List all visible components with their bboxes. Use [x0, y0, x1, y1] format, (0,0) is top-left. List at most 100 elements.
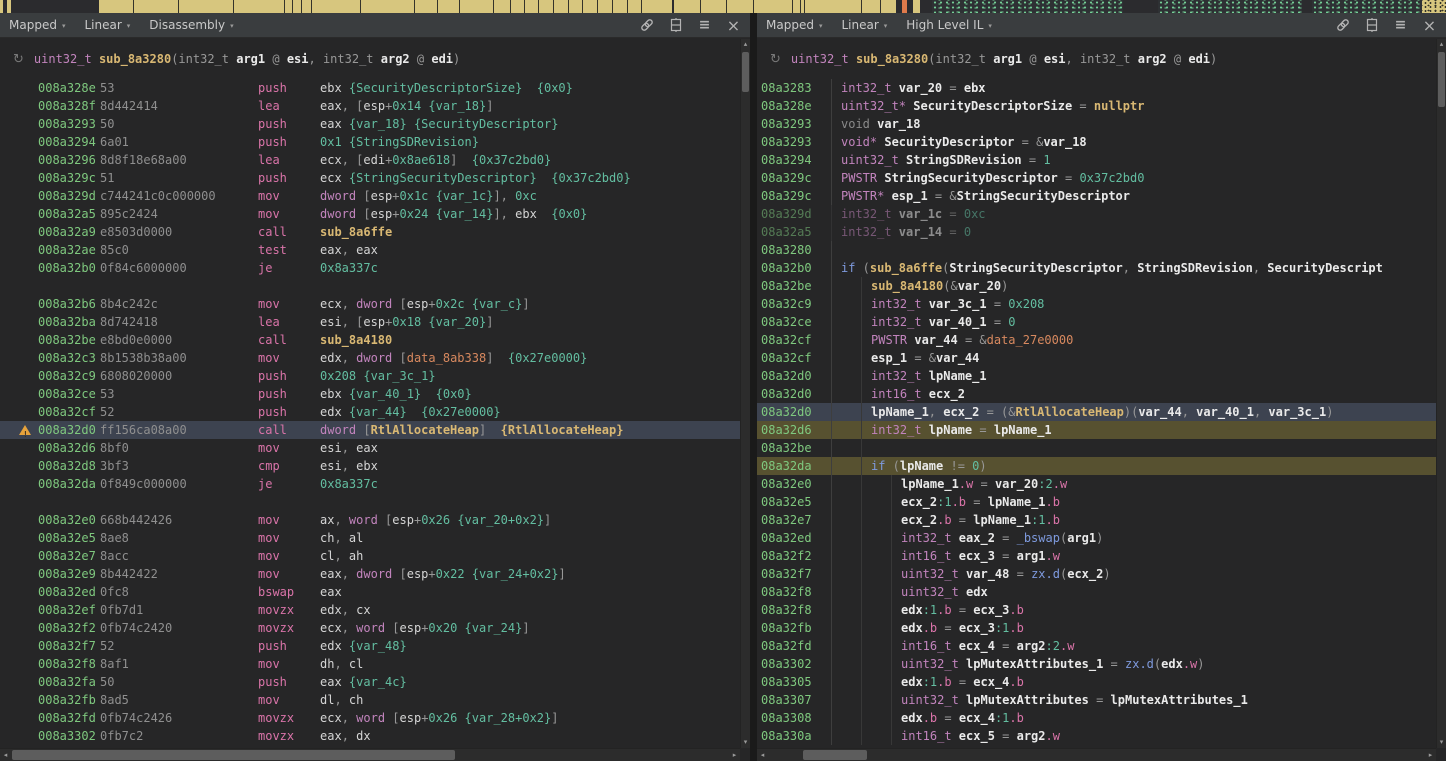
hlil-row[interactable]: 08a3293void* SecurityDescriptor = &var_1…: [757, 133, 1446, 151]
disasm-row[interactable]: 008a32fd0fb74c2426movzxecx, word [esp+0x…: [0, 709, 750, 727]
feature-map-segment[interactable]: [1422, 0, 1446, 13]
hlil-row[interactable]: 08a32d0int32_t lpName_1: [757, 367, 1446, 385]
hlil-row[interactable]: 08a32fdint16_t ecx_4 = arg2:2.w: [757, 637, 1446, 655]
hlil-row[interactable]: 08a3294uint32_t StringSDRevision = 1: [757, 151, 1446, 169]
disasm-row[interactable]: 008a32ae85c0testeax, eax: [0, 241, 750, 259]
scroll-down-icon[interactable]: ▾: [741, 737, 750, 748]
disasm-row[interactable]: 008a32f752pushedx {var_48}: [0, 637, 750, 655]
scroll-right-icon[interactable]: ▸: [729, 749, 740, 761]
hlil-row[interactable]: 08a32d0int16_t ecx_2: [757, 385, 1446, 403]
hlil-row[interactable]: 08a32e7ecx_2.b = lpName_1:1.b: [757, 511, 1446, 529]
disasm-row[interactable]: 008a32d0ff156ca08a00calldword [RtlAlloca…: [0, 421, 750, 439]
layout-dropdown[interactable]: Linear ▾: [84, 18, 130, 32]
hlil-row[interactable]: 08a3308edx.b = ecx_4:1.b: [757, 709, 1446, 727]
hlil-row[interactable]: 08a3305edx:1.b = ecx_4.b: [757, 673, 1446, 691]
disasm-row[interactable]: 008a32d83bf3cmpesi, ebx: [0, 457, 750, 475]
disasm-row[interactable]: 008a328f8d442414leaeax, [esp+0x14 {var_1…: [0, 97, 750, 115]
disasm-row[interactable]: 008a32968d8f18e68a00leaecx, [edi+0x8ae61…: [0, 151, 750, 169]
feature-map-segment[interactable]: [932, 0, 1123, 13]
scrollbar-thumb[interactable]: [12, 750, 455, 760]
scroll-left-icon[interactable]: ◂: [757, 749, 768, 761]
hlil-row[interactable]: 08a32b0if (sub_8a6ffe(StringSecurityDesc…: [757, 259, 1446, 277]
disasm-row[interactable]: 008a32ce53pushebx {var_40_1} {0x0}: [0, 385, 750, 403]
scrollbar-thumb[interactable]: [742, 52, 749, 92]
disasm-row[interactable]: 008a32cf52pushedx {var_44} {0x27e0000}: [0, 403, 750, 421]
close-icon[interactable]: ×: [726, 18, 741, 33]
disasm-row[interactable]: 008a329350pusheax {var_18} {SecurityDesc…: [0, 115, 750, 133]
link-icon[interactable]: [1335, 18, 1350, 33]
hlil-row[interactable]: 08a32f7uint32_t var_48 = zx.d(ecx_2): [757, 565, 1446, 583]
view-mode-dropdown[interactable]: Mapped ▾: [9, 18, 65, 32]
hlil-row[interactable]: 08a3293void var_18: [757, 115, 1446, 133]
disasm-row[interactable]: 008a32946a01push0x1 {StringSDRevision}: [0, 133, 750, 151]
disasm-row[interactable]: 008a32e98b442422moveax, dword [esp+0x22 …: [0, 565, 750, 583]
disasm-row[interactable]: 008a329c51pushecx {StringSecurityDescrip…: [0, 169, 750, 187]
hlil-row[interactable]: 08a32a5int32_t var_14 = 0: [757, 223, 1446, 241]
hlil-row[interactable]: 08a3283int32_t var_20 = ebx: [757, 79, 1446, 97]
view-mode-dropdown[interactable]: Mapped ▾: [766, 18, 822, 32]
disasm-row[interactable]: 008a32f20fb74c2420movzxecx, word [esp+0x…: [0, 619, 750, 637]
hlil-row[interactable]: 08a32c9int32_t var_3c_1 = 0x208: [757, 295, 1446, 313]
hlil-row[interactable]: 08a330aint16_t ecx_5 = arg2.w: [757, 727, 1446, 745]
pane-splitter[interactable]: [750, 13, 757, 761]
function-signature[interactable]: ↻ uint32_t sub_8a3280(int32_t arg1 @ esi…: [0, 48, 750, 70]
hlil-row[interactable]: 08a32f8edx:1.b = ecx_3.b: [757, 601, 1446, 619]
hlil-row[interactable]: 08a3280: [757, 241, 1446, 259]
disasm-row[interactable]: 008a32c96808020000push0x208 {var_3c_1}: [0, 367, 750, 385]
link-icon[interactable]: [639, 18, 654, 33]
scroll-left-icon[interactable]: ◂: [0, 749, 11, 761]
hlil-row[interactable]: 08a329dint32_t var_1c = 0xc: [757, 205, 1446, 223]
disasm-row[interactable]: [0, 277, 750, 295]
feature-map-segment[interactable]: [7, 0, 11, 13]
feature-map-segment[interactable]: [902, 0, 907, 13]
disasm-row[interactable]: 008a32b68b4c242cmovecx, dword [esp+0x2c …: [0, 295, 750, 313]
hlil-row[interactable]: 08a328euint32_t* SecurityDescriptorSize …: [757, 97, 1446, 115]
scroll-down-icon[interactable]: ▾: [1437, 737, 1446, 748]
hlil-row[interactable]: 08a32d0lpName_1, ecx_2 = (&RtlAllocateHe…: [757, 403, 1446, 421]
split-pane-icon[interactable]: [1364, 18, 1379, 33]
disasm-row[interactable]: 008a32e0668b442426movax, word [esp+0x26 …: [0, 511, 750, 529]
hlil-row[interactable]: 08a32f2int16_t ecx_3 = arg1.w: [757, 547, 1446, 565]
hlil-row[interactable]: 08a32be: [757, 439, 1446, 457]
hlil-row[interactable]: 08a32edint32_t eax_2 = _bswap(arg1): [757, 529, 1446, 547]
feature-map-segment[interactable]: [1312, 0, 1422, 13]
hlil-row[interactable]: 08a32e5ecx_2:1.b = lpName_1.b: [757, 493, 1446, 511]
hlil-row[interactable]: 08a32e0lpName_1.w = var_20:2.w: [757, 475, 1446, 493]
disasm-row[interactable]: 008a32e58ae8movch, al: [0, 529, 750, 547]
disassembly-vertical-scrollbar[interactable]: ▴ ▾: [740, 39, 750, 748]
hlil-row[interactable]: 08a32cfesp_1 = &var_44: [757, 349, 1446, 367]
disasm-row[interactable]: 008a32b00f84c6000000je0x8a337c: [0, 259, 750, 277]
disasm-row[interactable]: 008a32a5895c2424movdword [esp+0x24 {var_…: [0, 205, 750, 223]
hlil-row[interactable]: 08a329cPWSTR StringSecurityDescriptor = …: [757, 169, 1446, 187]
layout-dropdown[interactable]: Linear ▾: [841, 18, 887, 32]
disasm-row[interactable]: 008a32e78accmovcl, ah: [0, 547, 750, 565]
feature-map[interactable]: [0, 0, 1446, 13]
disasm-row[interactable]: 008a32ef0fb7d1movzxedx, cx: [0, 601, 750, 619]
disasm-row[interactable]: 008a33020fb7c2movzxeax, dx: [0, 727, 750, 745]
function-signature[interactable]: ↻ uint32_t sub_8a3280(int32_t arg1 @ esi…: [757, 48, 1446, 70]
disasm-row[interactable]: 008a328e53pushebx {SecurityDescriptorSiz…: [0, 79, 750, 97]
close-icon[interactable]: ×: [1422, 18, 1437, 33]
disasm-row[interactable]: 008a32bee8bd0e0000callsub_8a4180: [0, 331, 750, 349]
disasm-row[interactable]: 008a32a9e8503d0000callsub_8a6ffe: [0, 223, 750, 241]
disassembly-horizontal-scrollbar[interactable]: ◂ ▸: [0, 748, 740, 761]
menu-icon[interactable]: ≡: [1393, 18, 1408, 33]
hlil-vertical-scrollbar[interactable]: ▴ ▾: [1436, 39, 1446, 748]
hlil-row[interactable]: 08a329cPWSTR* esp_1 = &StringSecurityDes…: [757, 187, 1446, 205]
disasm-row[interactable]: 008a32da0f849c000000je0x8a337c: [0, 475, 750, 493]
disasm-row[interactable]: 008a32c38b1538b38a00movedx, dword [data_…: [0, 349, 750, 367]
menu-icon[interactable]: ≡: [697, 18, 712, 33]
feature-map-segment[interactable]: [913, 0, 920, 13]
scroll-up-icon[interactable]: ▴: [1437, 39, 1446, 50]
il-level-dropdown[interactable]: Disassembly ▾: [149, 18, 233, 32]
il-level-dropdown[interactable]: High Level IL ▾: [906, 18, 992, 32]
feature-map-segment[interactable]: [0, 0, 3, 13]
feature-map-segment[interactable]: [99, 0, 672, 13]
hlil-row[interactable]: 08a32cfPWSTR var_44 = &data_27e0000: [757, 331, 1446, 349]
scrollbar-thumb[interactable]: [803, 750, 867, 760]
hlil-row[interactable]: 08a32d6int32_t lpName = lpName_1: [757, 421, 1446, 439]
disasm-row[interactable]: 008a32fa50pusheax {var_4c}: [0, 673, 750, 691]
disasm-row[interactable]: 008a32ed0fc8bswapeax: [0, 583, 750, 601]
hlil-row[interactable]: 08a32daif (lpName != 0): [757, 457, 1446, 475]
split-pane-icon[interactable]: [668, 18, 683, 33]
